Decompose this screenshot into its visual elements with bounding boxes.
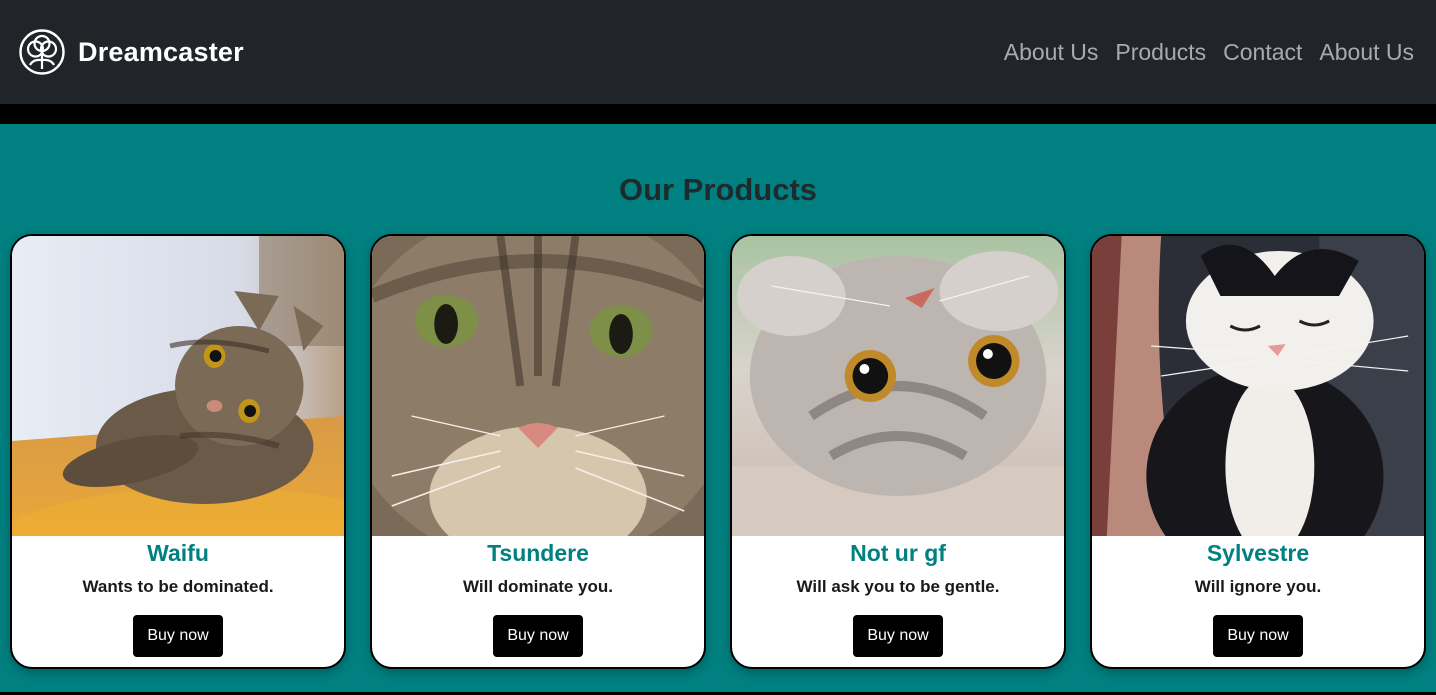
brand-link[interactable]: Dreamcaster bbox=[18, 28, 244, 76]
nav-links: About Us Products Contact About Us bbox=[1004, 39, 1414, 66]
nav-link-contact[interactable]: Contact bbox=[1223, 39, 1302, 66]
product-card: Tsundere Will dominate you. Buy now bbox=[370, 234, 706, 669]
product-description: Wants to be dominated. bbox=[82, 577, 274, 596]
product-name: Sylvestre bbox=[1206, 540, 1310, 566]
product-image bbox=[372, 236, 704, 536]
nav-link-about-us-2[interactable]: About Us bbox=[1319, 39, 1414, 66]
section-title: Our Products bbox=[618, 172, 818, 207]
product-description: Will ask you to be gentle. bbox=[796, 577, 1000, 596]
brand-name: Dreamcaster bbox=[78, 36, 244, 67]
product-card: Sylvestre Will ignore you. Buy now bbox=[1090, 234, 1426, 669]
product-image bbox=[1092, 236, 1424, 536]
product-name: Waifu bbox=[147, 540, 209, 566]
product-card: Waifu Wants to be dominated. Buy now bbox=[10, 234, 346, 669]
buy-now-button[interactable]: Buy now bbox=[133, 615, 223, 657]
product-image bbox=[12, 236, 344, 536]
product-name: Not ur gf bbox=[850, 540, 946, 566]
nav-link-products[interactable]: Products bbox=[1115, 39, 1206, 66]
products-section: Our Products Waifu Wants to be dominated… bbox=[0, 124, 1436, 692]
buy-now-button[interactable]: Buy now bbox=[1213, 615, 1303, 657]
product-card: Not ur gf Will ask you to be gentle. Buy… bbox=[730, 234, 1066, 669]
product-description: Will dominate you. bbox=[462, 577, 614, 596]
buy-now-button[interactable]: Buy now bbox=[853, 615, 943, 657]
navbar: Dreamcaster About Us Products Contact Ab… bbox=[0, 0, 1436, 104]
product-description: Will ignore you. bbox=[1194, 577, 1322, 596]
buy-now-button[interactable]: Buy now bbox=[493, 615, 583, 657]
nav-link-about-us[interactable]: About Us bbox=[1004, 39, 1099, 66]
product-image bbox=[732, 236, 1064, 536]
flower-logo-icon bbox=[19, 29, 65, 75]
product-name: Tsundere bbox=[487, 540, 589, 566]
